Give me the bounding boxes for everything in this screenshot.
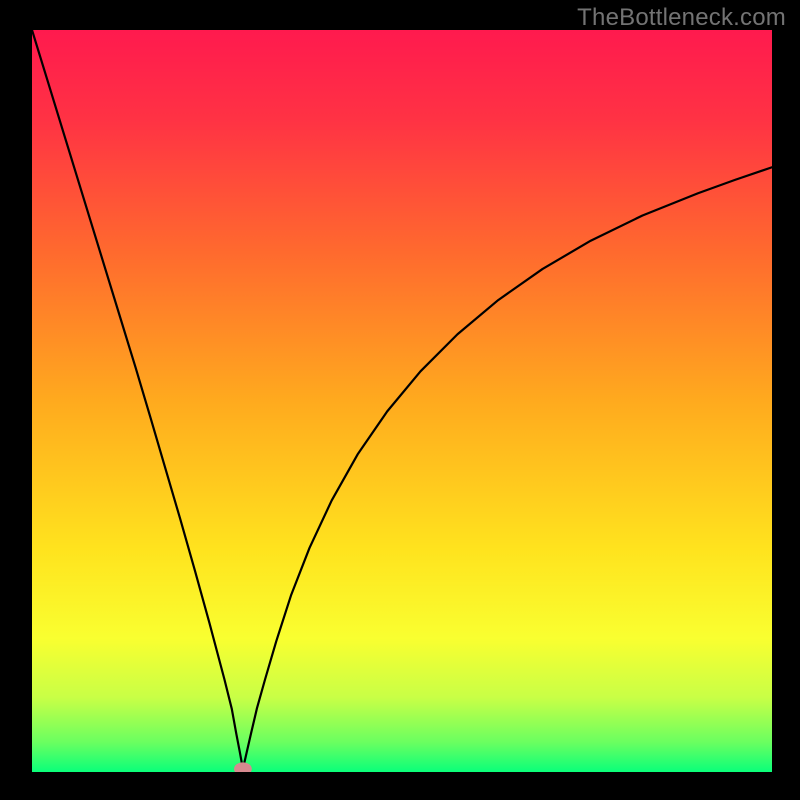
chart-frame: TheBottleneck.com	[0, 0, 800, 800]
gradient-background	[32, 30, 772, 772]
watermark-text: TheBottleneck.com	[577, 4, 786, 32]
plot-area	[32, 30, 772, 772]
chart-svg	[32, 30, 772, 772]
